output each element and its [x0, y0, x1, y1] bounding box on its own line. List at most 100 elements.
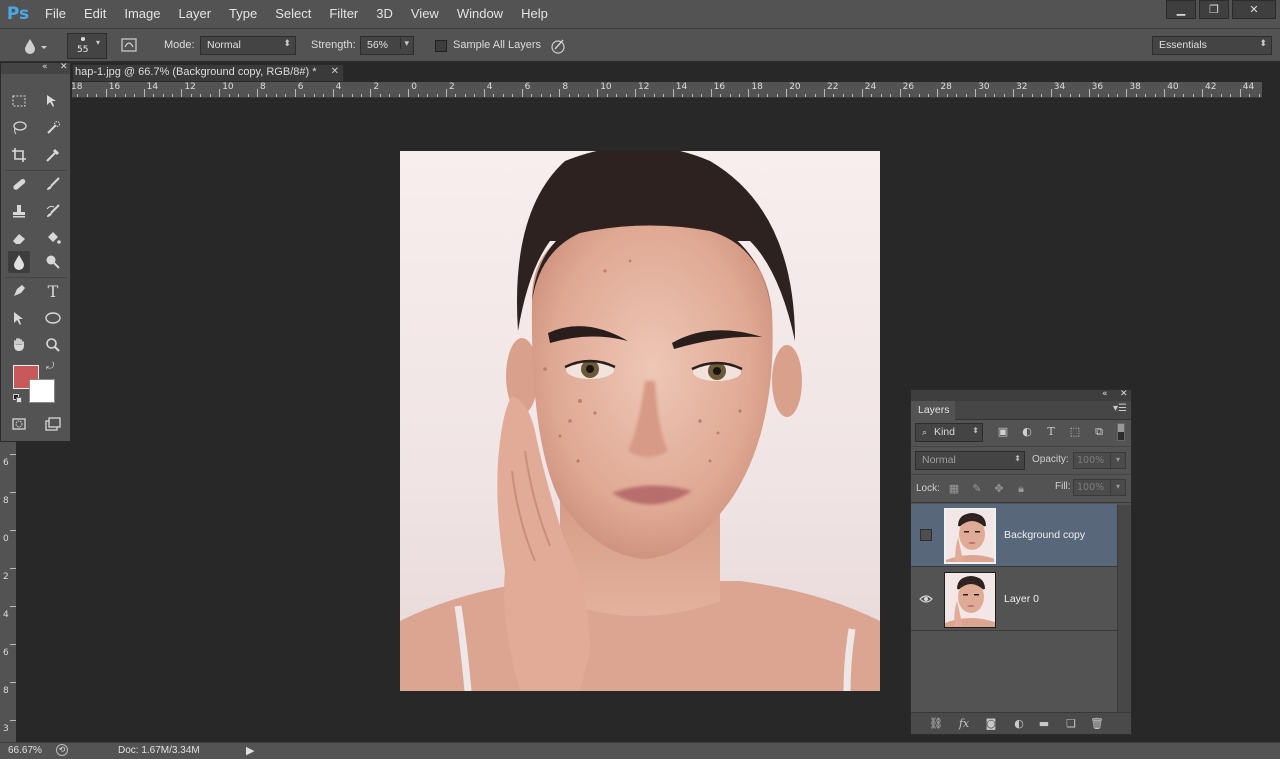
new-group-icon[interactable]: ▬: [1036, 716, 1052, 732]
crop-icon[interactable]: [8, 144, 30, 166]
ruler-label: 20: [789, 82, 801, 92]
filter-toggle-icon[interactable]: [1117, 423, 1125, 441]
move-icon[interactable]: [42, 90, 64, 112]
swap-colors-icon[interactable]: ⤾: [46, 361, 54, 372]
pen-icon[interactable]: [8, 280, 30, 302]
menu-filter[interactable]: Filter: [320, 0, 367, 28]
fill-value[interactable]: 100%: [1073, 479, 1111, 496]
background-color-swatch[interactable]: [29, 379, 55, 403]
close-icon[interactable]: ✕: [60, 62, 68, 72]
healing-brush-icon[interactable]: [8, 173, 30, 195]
layer-name[interactable]: Layer 0: [1004, 593, 1039, 605]
sample-all-layers-checkbox[interactable]: [435, 40, 447, 52]
eraser-icon[interactable]: [8, 227, 30, 249]
lock-all-icon[interactable]: 🔒︎: [1014, 482, 1028, 496]
link-layers-icon[interactable]: ⛓︎: [928, 716, 944, 732]
type-icon[interactable]: T: [42, 280, 64, 302]
panel-menu-icon[interactable]: ▾☰: [1113, 403, 1127, 414]
filter-type-icon[interactable]: T: [1044, 425, 1058, 439]
menu-file[interactable]: File: [36, 0, 75, 28]
quick-select-icon[interactable]: [42, 117, 64, 139]
ruler-tick: [105, 89, 107, 97]
ruler-tick: [1164, 89, 1166, 97]
blur-tool-preset-icon[interactable]: [18, 36, 50, 56]
menu-image[interactable]: Image: [115, 0, 169, 28]
ruler-minor-tick: [1249, 94, 1251, 97]
quick-mask-icon[interactable]: [8, 413, 30, 435]
document-canvas[interactable]: [400, 151, 880, 691]
collapse-icon[interactable]: «: [42, 62, 48, 72]
close-button[interactable]: ✕: [1232, 0, 1276, 19]
menu-type[interactable]: Type: [220, 0, 266, 28]
vertical-ruler[interactable]: 6 8 0 2 4 6 8 3: [0, 440, 16, 742]
filter-pixel-icon[interactable]: ▣: [996, 425, 1010, 439]
status-menu-arrow-icon[interactable]: ▶: [246, 744, 254, 757]
strength-input[interactable]: 56% ▾: [360, 36, 414, 55]
paint-bucket-icon[interactable]: [42, 227, 64, 249]
filter-shape-icon[interactable]: ⬚: [1068, 425, 1082, 439]
zoom-level[interactable]: 66.67%: [8, 745, 42, 756]
ruler-minor-tick: [360, 94, 362, 97]
layer-style-fx-icon[interactable]: fx: [956, 716, 972, 732]
menu-layer[interactable]: Layer: [170, 0, 221, 28]
lock-pixels-icon[interactable]: ✎: [970, 482, 984, 496]
chevron-down-icon[interactable]: ▾: [1110, 452, 1126, 469]
menu-3d[interactable]: 3D: [367, 0, 402, 28]
ruler-minor-tick: [96, 94, 98, 97]
layers-panel-header[interactable]: « ✕: [911, 389, 1131, 401]
close-tab-icon[interactable]: ✕: [331, 66, 339, 77]
new-layer-icon[interactable]: ❏: [1063, 716, 1079, 732]
path-select-icon[interactable]: [8, 307, 30, 329]
menu-select[interactable]: Select: [266, 0, 320, 28]
dodge-icon[interactable]: [42, 251, 64, 273]
ellipse-icon[interactable]: [42, 307, 64, 329]
adjustment-layer-icon[interactable]: ◐: [1011, 716, 1027, 732]
opacity-value[interactable]: 100%: [1073, 452, 1111, 469]
layers-scrollbar[interactable]: [1117, 505, 1131, 712]
brush-icon[interactable]: [42, 173, 64, 195]
document-tab[interactable]: hap-1.jpg @ 66.7% (Background copy, RGB/…: [72, 64, 344, 82]
chevron-down-icon[interactable]: ▾: [1110, 479, 1126, 496]
trash-icon[interactable]: 🗑︎: [1089, 716, 1105, 732]
workspace-select[interactable]: Essentials ⬍: [1152, 36, 1272, 55]
tab-layers[interactable]: Layers: [911, 401, 955, 420]
filter-adjustment-icon[interactable]: ◐: [1020, 425, 1034, 439]
lock-transparent-icon[interactable]: ▦: [947, 482, 961, 496]
filter-kind-select[interactable]: ⌕ Kind ⬍: [915, 423, 983, 442]
marquee-icon[interactable]: [8, 90, 30, 112]
blur-icon[interactable]: [8, 251, 30, 273]
clone-stamp-icon[interactable]: [8, 200, 30, 222]
menu-view[interactable]: View: [402, 0, 448, 28]
chevron-down-icon[interactable]: ▾: [400, 38, 409, 49]
zoom-icon[interactable]: [42, 334, 64, 356]
default-colors-icon[interactable]: [13, 394, 23, 404]
tools-panel-header[interactable]: « ✕: [1, 62, 70, 74]
minimize-button[interactable]: ▁: [1166, 0, 1196, 19]
close-icon[interactable]: ✕: [1120, 389, 1128, 399]
layer-row-layer-0[interactable]: Layer 0: [911, 568, 1117, 631]
filter-smart-object-icon[interactable]: ⧉: [1092, 425, 1106, 439]
menu-window[interactable]: Window: [448, 0, 512, 28]
share-icon[interactable]: ⟲: [56, 744, 68, 756]
menu-edit[interactable]: Edit: [75, 0, 115, 28]
visibility-toggle[interactable]: [920, 529, 932, 541]
hand-icon[interactable]: [8, 334, 30, 356]
menu-help[interactable]: Help: [512, 0, 557, 28]
eyedropper-icon[interactable]: [42, 144, 64, 166]
eye-icon[interactable]: [919, 592, 933, 606]
restore-button[interactable]: ❐: [1199, 0, 1229, 19]
lock-position-icon[interactable]: ✥: [992, 482, 1006, 496]
screen-mode-icon[interactable]: [42, 413, 64, 435]
brush-panel-toggle-icon[interactable]: [120, 37, 140, 55]
layer-name[interactable]: Background copy: [1004, 529, 1085, 541]
collapse-icon[interactable]: «: [1102, 389, 1108, 399]
brush-size-picker[interactable]: 55 ▾: [67, 33, 107, 59]
layer-row-background-copy[interactable]: Background copy: [911, 504, 1117, 567]
lasso-icon[interactable]: [8, 117, 30, 139]
mode-select[interactable]: Normal ⬍: [200, 36, 296, 55]
pressure-icon[interactable]: [549, 37, 567, 55]
history-brush-icon[interactable]: [42, 200, 64, 222]
horizontal-ruler[interactable]: 18 16 14 12 10 8 6 4 2 0 2 4 6 8 10 12 14 16 18 20 22 24 26 28 3…: [72, 82, 1262, 98]
add-mask-icon[interactable]: ◙: [983, 716, 999, 732]
blend-mode-select[interactable]: Normal ⬍: [915, 451, 1025, 470]
